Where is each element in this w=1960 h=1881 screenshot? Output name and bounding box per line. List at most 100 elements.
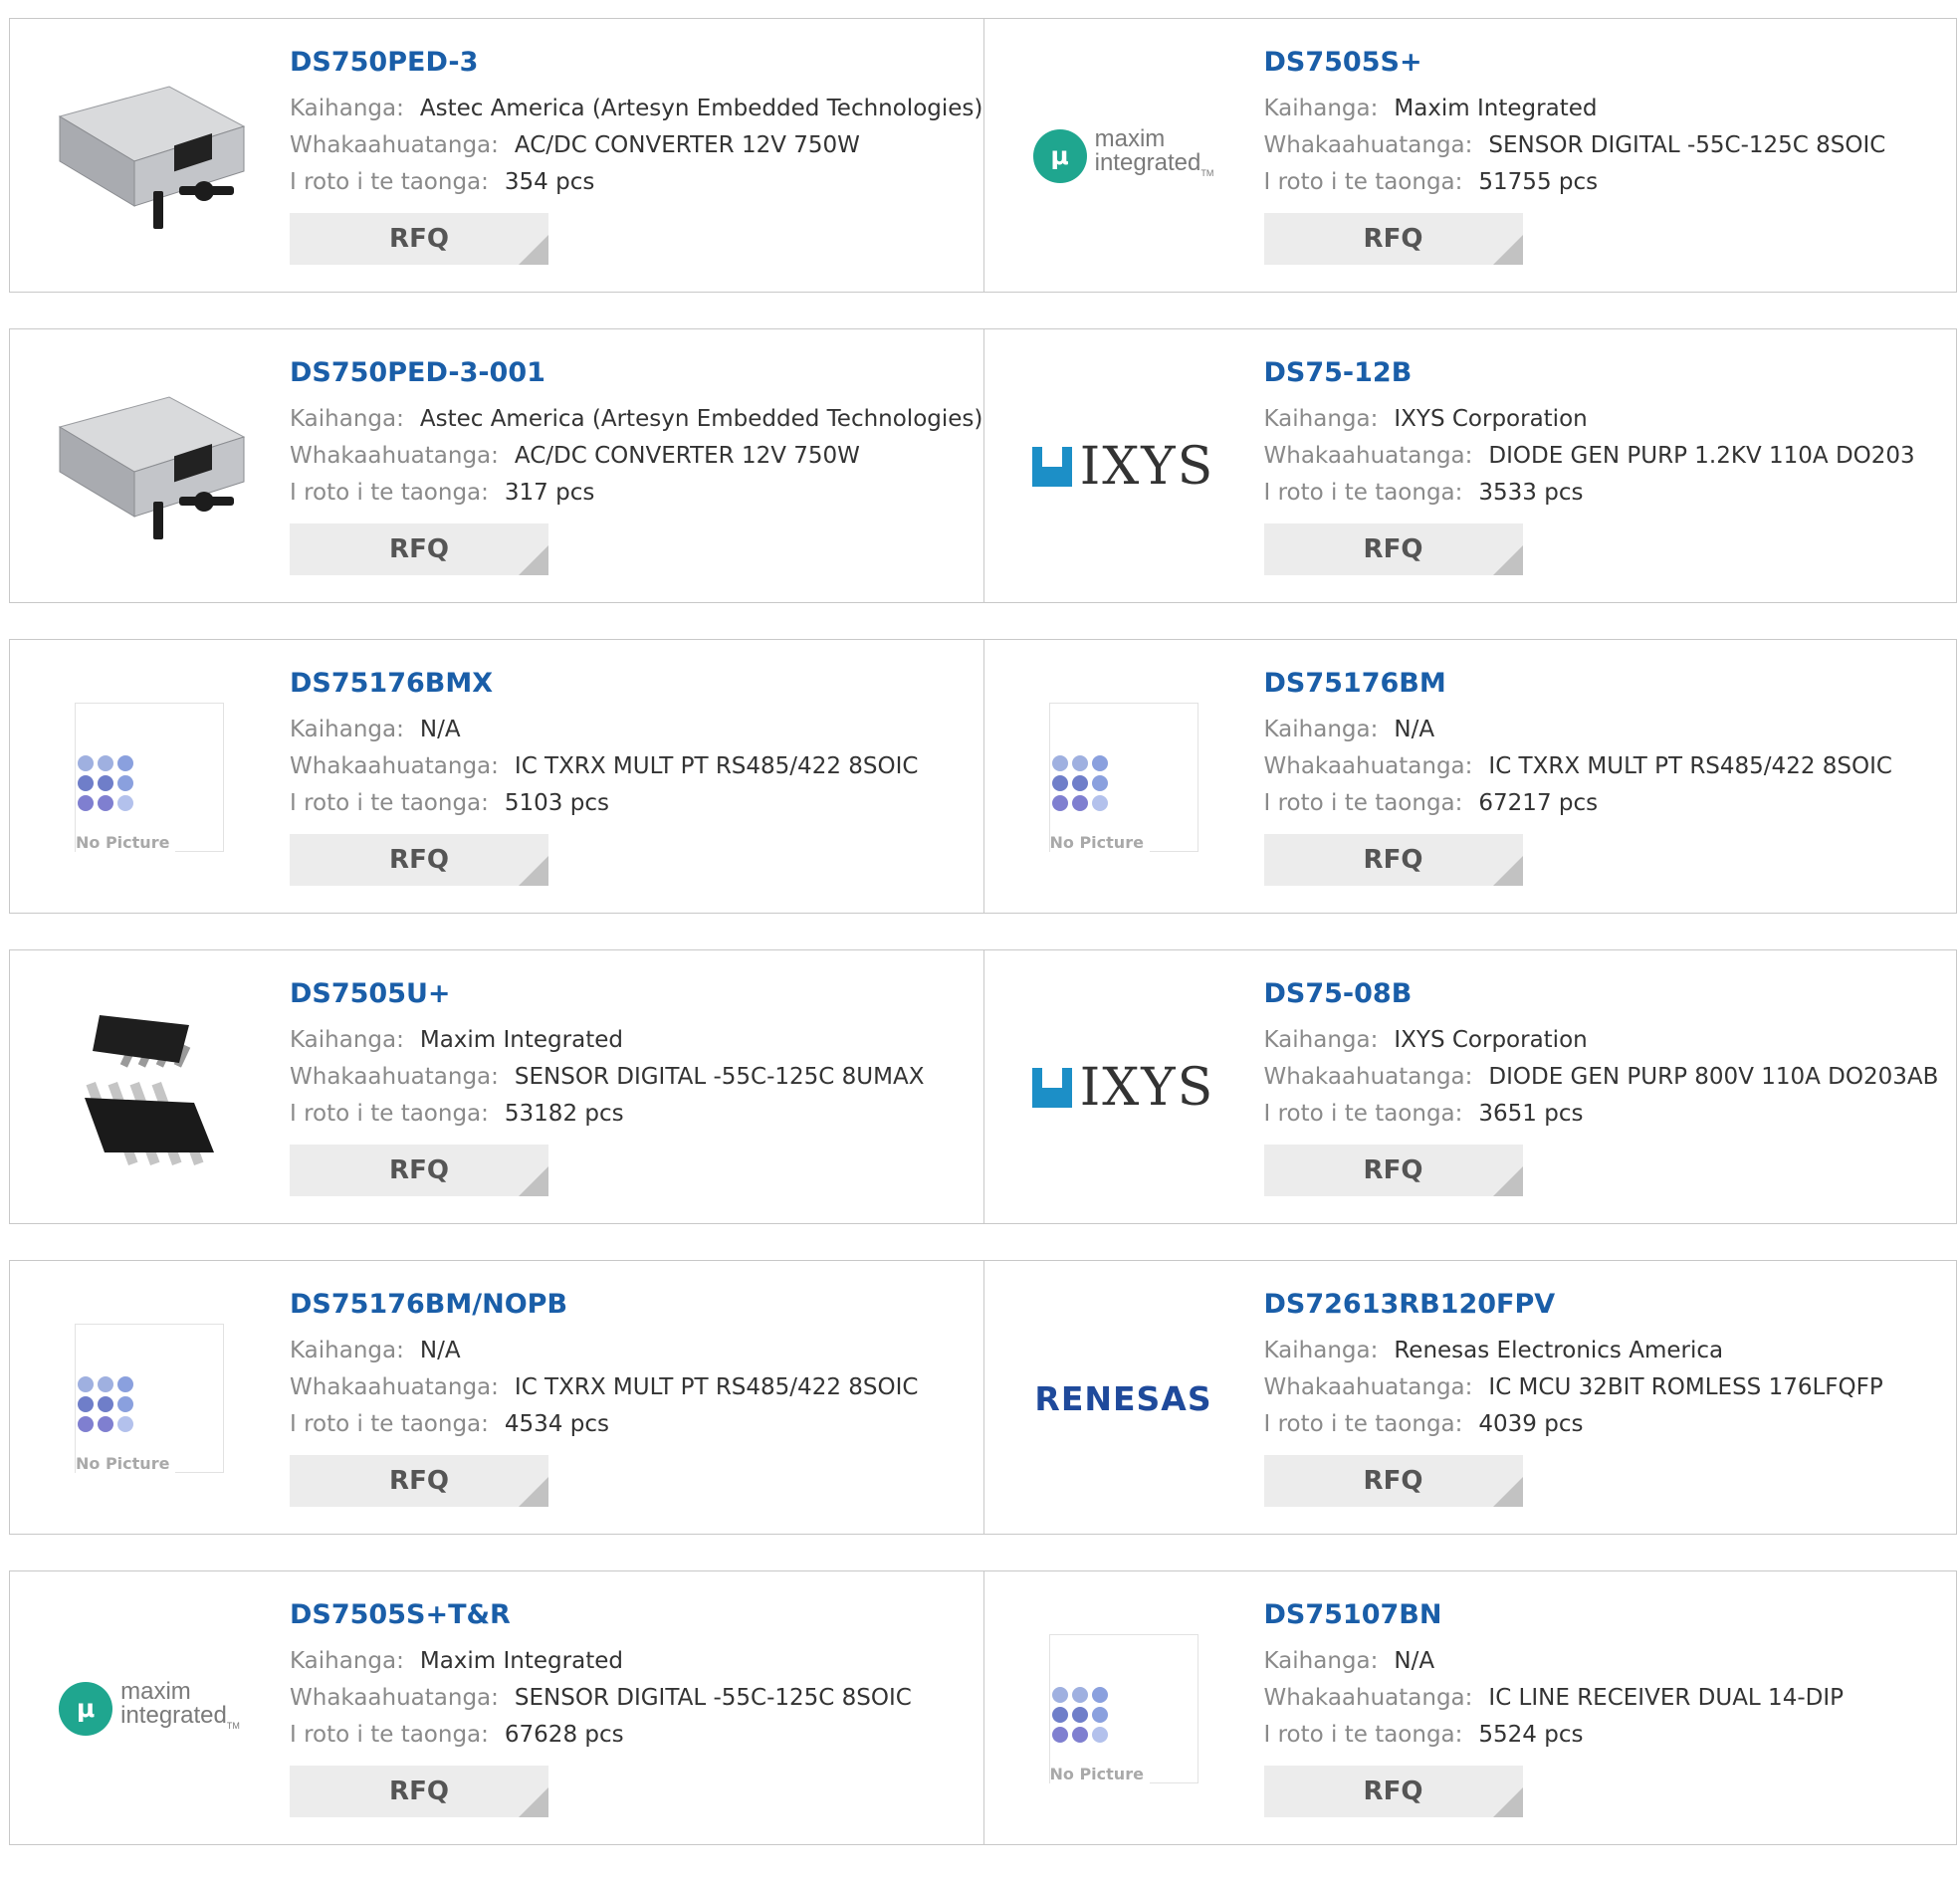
product-info: DS7505S+ Kaihanga: Maxim Integrated Whaka…: [1263, 47, 1947, 265]
product-row: No Picture DS75176BM/NOPB Kaihanga: N/A W…: [9, 1260, 1957, 1535]
stock-value: 354 pcs: [504, 169, 595, 195]
product-name-link[interactable]: DS75176BM/NOPB: [290, 1289, 974, 1321]
description-value: SENSOR DIGITAL -55C-125C 8SOIC: [1488, 132, 1886, 158]
stock-value: 53182 pcs: [504, 1101, 624, 1127]
product-info: DS750PED-3-001 Kaihanga: Astec America (A…: [290, 357, 982, 575]
product-image[interactable]: No Picture: [1024, 1609, 1223, 1808]
rfq-button[interactable]: RFQ: [290, 213, 548, 265]
product-name-link[interactable]: DS750PED-3: [290, 47, 974, 79]
product-image[interactable]: IXYS: [1024, 988, 1223, 1187]
maxim-logo-line1: maxim: [1094, 125, 1166, 153]
ixys-logo-text: IXYS: [1079, 1058, 1215, 1118]
rfq-button[interactable]: RFQ: [290, 1145, 548, 1196]
maxim-logo-line1: maxim: [120, 1678, 191, 1706]
rfq-button[interactable]: RFQ: [1263, 1145, 1523, 1196]
product-name-link[interactable]: DS7505S+: [1264, 47, 1947, 79]
product-card: IXYS DS75-12B Kaihanga: IXYS Corporation …: [982, 329, 1957, 602]
description-value: SENSOR DIGITAL -55C-125C 8UMAX: [514, 1064, 925, 1090]
product-info: DS75176BM Kaihanga: N/A Whakaahuatanga: IC…: [1263, 668, 1947, 886]
product-card: DS750PED-3 Kaihanga: Astec America (Artes…: [10, 19, 983, 292]
rfq-button[interactable]: RFQ: [290, 1455, 548, 1507]
product-image[interactable]: [50, 367, 249, 566]
product-name-link[interactable]: DS750PED-3-001: [290, 357, 974, 389]
product-image[interactable]: μ maxim integratedTM: [50, 1609, 249, 1808]
stock-value: 4039 pcs: [1478, 1411, 1584, 1437]
description-row: Whakaahuatanga: IC MCU 32BIT ROMLESS 176L…: [1264, 1369, 1947, 1406]
product-image[interactable]: [50, 988, 249, 1187]
power-supply-icon: [58, 86, 246, 229]
product-image[interactable]: No Picture: [50, 678, 249, 877]
description-label: Whakaahuatanga:: [290, 1685, 499, 1711]
rfq-button[interactable]: RFQ: [1263, 1766, 1523, 1817]
product-info: DS7505U+ Kaihanga: Maxim Integrated Whaka…: [290, 978, 974, 1196]
description-label: Whakaahuatanga:: [290, 443, 499, 469]
manufacturer-row: Kaihanga: IXYS Corporation: [1264, 401, 1947, 438]
product-name-link[interactable]: DS75176BMX: [290, 668, 974, 700]
manufacturer-value: N/A: [1394, 717, 1435, 742]
description-label: Whakaahuatanga:: [1263, 443, 1473, 469]
product-name-link[interactable]: DS75-12B: [1264, 357, 1947, 389]
manufacturer-value: IXYS Corporation: [1394, 406, 1588, 432]
product-card: μ maxim integratedTM DS7505S+T&R Kaihanga:…: [10, 1571, 983, 1844]
stock-row: I roto i te taonga: 3533 pcs: [1264, 475, 1947, 512]
rfq-button[interactable]: RFQ: [1263, 523, 1523, 575]
description-value: IC MCU 32BIT ROMLESS 176LFQFP: [1488, 1374, 1883, 1400]
product-name-link[interactable]: DS7505U+: [290, 978, 974, 1010]
product-image[interactable]: No Picture: [50, 1299, 249, 1498]
stock-value: 67628 pcs: [504, 1722, 624, 1748]
product-name-link[interactable]: DS72613RB120FPV: [1264, 1289, 1947, 1321]
product-name-link[interactable]: DS7505S+T&R: [290, 1599, 974, 1631]
manufacturer-row: Kaihanga: N/A: [1264, 712, 1947, 748]
stock-value: 317 pcs: [504, 480, 595, 506]
rfq-button[interactable]: RFQ: [1263, 1455, 1523, 1507]
no-picture-icon: [1051, 755, 1108, 811]
rfq-button[interactable]: RFQ: [290, 834, 548, 886]
stock-label: I roto i te taonga:: [1263, 1411, 1463, 1437]
manufacturer-value: Astec America (Artesyn Embedded Technolo…: [419, 96, 983, 121]
manufacturer-value: N/A: [419, 717, 461, 742]
product-name-link[interactable]: DS75176BM: [1264, 668, 1947, 700]
description-row: Whakaahuatanga: IC TXRX MULT PT RS485/422…: [1264, 748, 1947, 785]
stock-value: 51755 pcs: [1478, 169, 1599, 195]
maxim-logo: μ maxim integratedTM: [59, 1680, 240, 1738]
manufacturer-row: Kaihanga: Renesas Electronics America: [1264, 1333, 1947, 1369]
manufacturer-row: Kaihanga: N/A: [290, 712, 974, 748]
product-image[interactable]: [50, 57, 249, 256]
rfq-button[interactable]: RFQ: [1263, 213, 1523, 265]
description-label: Whakaahuatanga:: [290, 1064, 499, 1090]
manufacturer-label: Kaihanga:: [290, 1027, 404, 1053]
product-card: No Picture DS75176BM Kaihanga: N/A Whakaa…: [982, 640, 1957, 913]
stock-value: 3533 pcs: [1478, 480, 1584, 506]
product-name-link[interactable]: DS75-08B: [1264, 978, 1947, 1010]
description-row: Whakaahuatanga: DIODE GEN PURP 800V 110A …: [1264, 1059, 1947, 1096]
description-label: Whakaahuatanga:: [290, 1374, 499, 1400]
product-info: DS75-08B Kaihanga: IXYS Corporation Whaka…: [1263, 978, 1947, 1196]
maxim-logo-text: maxim integratedTM: [1095, 127, 1214, 185]
description-value: DIODE GEN PURP 1.2KV 110A DO203: [1488, 443, 1915, 469]
rfq-button[interactable]: RFQ: [290, 523, 548, 575]
manufacturer-value: N/A: [1394, 1648, 1435, 1674]
product-image[interactable]: μ maxim integratedTM: [1024, 57, 1223, 256]
description-value: IC TXRX MULT PT RS485/422 8SOIC: [514, 1374, 919, 1400]
stock-row: I roto i te taonga: 4534 pcs: [290, 1406, 974, 1443]
rfq-button[interactable]: RFQ: [1263, 834, 1523, 886]
description-label: Whakaahuatanga:: [290, 753, 499, 779]
no-picture-icon: [78, 1376, 133, 1432]
product-row: No Picture DS75176BMX Kaihanga: N/A Whaka…: [9, 639, 1957, 914]
description-label: Whakaahuatanga:: [1263, 1685, 1473, 1711]
manufacturer-label: Kaihanga:: [290, 406, 404, 432]
product-image[interactable]: IXYS: [1024, 367, 1223, 566]
product-card: μ maxim integratedTM DS7505S+ Kaihanga: Max…: [982, 19, 1957, 292]
manufacturer-row: Kaihanga: Maxim Integrated: [290, 1022, 974, 1059]
stock-label: I roto i te taonga:: [290, 1411, 489, 1437]
ixys-logo-mark: [1031, 447, 1072, 487]
product-image[interactable]: No Picture: [1024, 678, 1223, 877]
product-card: No Picture DS75176BM/NOPB Kaihanga: N/A W…: [10, 1261, 983, 1534]
product-name-link[interactable]: DS75107BN: [1264, 1599, 1947, 1631]
stock-label: I roto i te taonga:: [290, 1101, 489, 1127]
product-info: DS750PED-3 Kaihanga: Astec America (Artes…: [290, 47, 982, 265]
rfq-button[interactable]: RFQ: [290, 1766, 548, 1817]
product-image[interactable]: RENESAS: [1024, 1299, 1223, 1498]
manufacturer-row: Kaihanga: Maxim Integrated: [290, 1643, 974, 1680]
maxim-logo-line2: integratedTM: [120, 1702, 240, 1731]
